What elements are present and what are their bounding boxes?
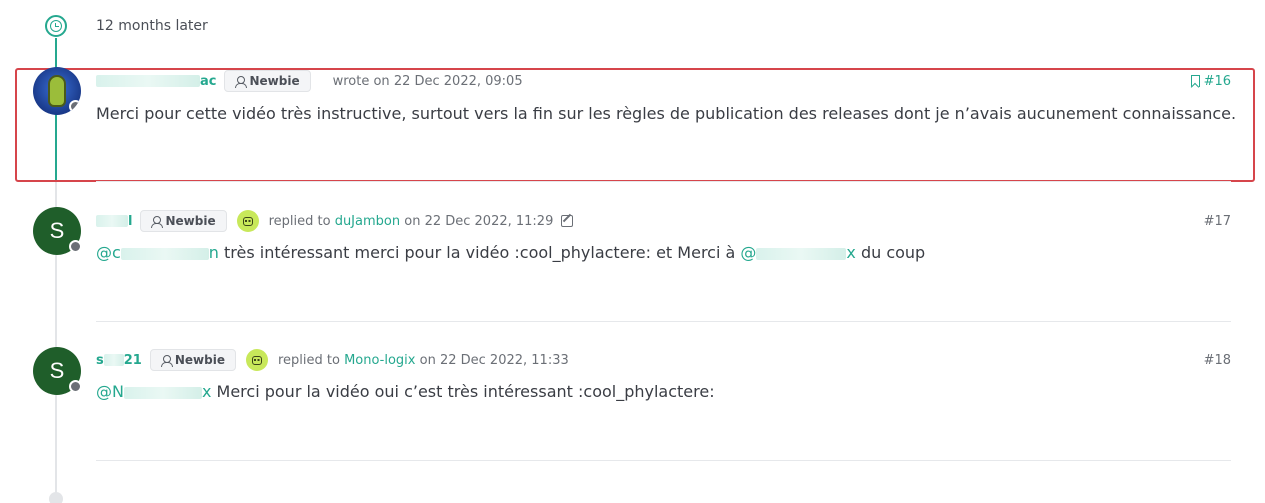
avatar[interactable]: S [33, 207, 82, 255]
author-name[interactable]: l [96, 214, 132, 229]
post-header: ac Newbie wrote on 22 Dec 2022, 09:05 [96, 70, 523, 92]
post-meta: wrote on 22 Dec 2022, 09:05 [332, 73, 523, 89]
post-number[interactable]: #18 [1204, 349, 1231, 371]
status-dot [69, 100, 81, 113]
user-icon [151, 215, 164, 228]
rank-badge: Newbie [140, 210, 227, 232]
post-number[interactable]: #17 [1204, 210, 1231, 232]
post-header: l Newbie replied to duJambon on 22 Dec 2… [96, 210, 574, 232]
post-date[interactable]: 22 Dec 2022, 11:29 [425, 214, 554, 229]
post-date[interactable]: 22 Dec 2022, 09:05 [394, 74, 523, 89]
redacted-mention [120, 247, 209, 260]
redacted-mention [756, 247, 847, 260]
time-gap-label: 12 months later [96, 18, 208, 34]
post-body: @c n très intéressant merci pour la vidéo… [96, 243, 926, 262]
avatar[interactable] [33, 67, 81, 115]
post-divider [96, 321, 1231, 322]
mention-link[interactable]: @N x [96, 382, 211, 401]
reply-to-link[interactable]: Mono-logix [344, 353, 415, 368]
user-icon [160, 354, 173, 367]
bookmark-icon[interactable] [1190, 75, 1200, 87]
post-divider [96, 181, 1231, 182]
status-dot [69, 240, 82, 253]
post-body: @N x Merci pour la vidéo oui c’est très i… [96, 382, 715, 401]
edit-icon[interactable] [561, 215, 574, 227]
mention-link[interactable]: @c n [96, 243, 219, 262]
rank-badge: Newbie [224, 70, 311, 92]
avatar-figure [48, 75, 66, 107]
robot-icon [236, 210, 259, 232]
post-divider [96, 460, 1231, 461]
author-name[interactable]: ac [96, 74, 216, 89]
rank-badge: Newbie [149, 349, 236, 371]
timeline-end-dot [49, 492, 63, 503]
redacted-username [96, 215, 128, 227]
post-body: Merci pour cette vidéo très instructive,… [96, 104, 1237, 123]
reply-to-link[interactable]: duJambon [335, 214, 400, 229]
mention-link[interactable]: @ x [740, 243, 855, 262]
author-name[interactable]: s 21 [96, 353, 142, 368]
post-date[interactable]: 22 Dec 2022, 11:33 [440, 353, 569, 368]
post-number[interactable]: #16 [1190, 70, 1231, 92]
post-meta: replied to Mono-logix on 22 Dec 2022, 11… [277, 352, 569, 368]
avatar[interactable]: S [33, 347, 82, 395]
redacted-username [103, 354, 124, 366]
post-meta: replied to duJambon on 22 Dec 2022, 11:2… [268, 213, 554, 229]
redacted-mention [123, 386, 202, 399]
status-dot [69, 380, 82, 393]
robot-icon [245, 349, 268, 371]
redacted-username [96, 75, 200, 87]
clock-icon [45, 15, 67, 37]
user-icon [235, 75, 248, 88]
post-header: s 21 Newbie replied to Mono-logix on 22 D… [96, 349, 569, 371]
